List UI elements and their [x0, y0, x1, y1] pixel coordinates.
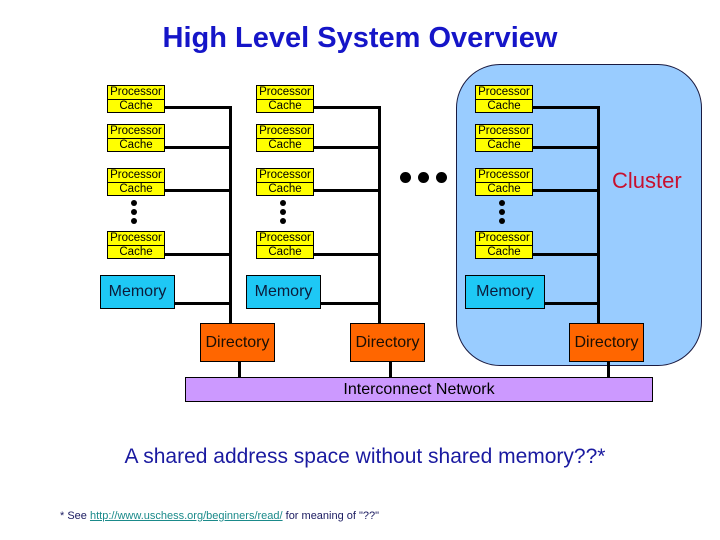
directory-box: Directory [569, 323, 644, 362]
cache-label: Cache [108, 99, 164, 113]
bus-connector [165, 253, 231, 256]
bus-connector [165, 106, 231, 109]
cache-label: Cache [108, 182, 164, 196]
ellipsis-dot [131, 218, 137, 224]
cache-label: Cache [108, 138, 164, 152]
footnote-link[interactable]: http://www.uschess.org/beginners/read/ [90, 510, 283, 522]
cache-label: Cache [476, 99, 532, 113]
processor-label: Processor [478, 125, 530, 137]
cluster-label: Cluster [612, 168, 682, 193]
processor-label: Processor [110, 125, 162, 137]
processor-label: Processor [259, 169, 311, 181]
cache-label: Cache [476, 245, 532, 259]
processor-cache-unit: Processor Cache [107, 231, 165, 259]
ellipsis-dot [280, 218, 286, 224]
bus-connector [175, 302, 231, 305]
bus-connector [314, 146, 380, 149]
processor-cache-unit: Processor Cache [256, 168, 314, 196]
ellipsis-dot [436, 172, 447, 183]
directory-box: Directory [200, 323, 275, 362]
processor-label: Processor [478, 169, 530, 181]
ellipsis-dot [499, 218, 505, 224]
processor-label: Processor [110, 232, 162, 244]
bus-connector [314, 189, 380, 192]
footnote-prefix: * See [60, 510, 90, 522]
processor-cache-unit: Processor Cache [475, 124, 533, 152]
cache-label: Cache [257, 182, 313, 196]
processor-label: Processor [110, 86, 162, 98]
cache-label: Cache [476, 138, 532, 152]
cache-label: Cache [108, 245, 164, 259]
processor-cache-unit: Processor Cache [107, 124, 165, 152]
processor-cache-unit: Processor Cache [475, 231, 533, 259]
footnote-suffix: for meaning of "??" [282, 510, 380, 522]
cache-label: Cache [257, 99, 313, 113]
cache-label: Cache [257, 245, 313, 259]
ellipsis-dot [131, 209, 137, 215]
node-bus [597, 106, 600, 324]
processor-label: Processor [259, 86, 311, 98]
network-link [607, 362, 610, 377]
network-link [389, 362, 392, 377]
ellipsis-dot [400, 172, 411, 183]
bus-connector [165, 189, 231, 192]
network-link [238, 362, 241, 377]
interconnect-network: Interconnect Network [185, 377, 653, 402]
processor-cache-unit: Processor Cache [475, 168, 533, 196]
processor-label: Processor [259, 232, 311, 244]
slide-title: High Level System Overview [162, 22, 558, 54]
ellipsis-dot [280, 200, 286, 206]
ellipsis-dot [499, 209, 505, 215]
node-bus [378, 106, 381, 324]
processor-cache-unit: Processor Cache [256, 231, 314, 259]
memory-box: Memory [246, 275, 321, 309]
processor-cache-unit: Processor Cache [107, 168, 165, 196]
bus-connector [533, 253, 599, 256]
bus-connector [533, 189, 599, 192]
footnote: * See http://www.uschess.org/beginners/r… [60, 510, 379, 522]
memory-box: Memory [465, 275, 545, 309]
processor-label: Processor [259, 125, 311, 137]
bus-connector [314, 106, 380, 109]
ellipsis-dot [280, 209, 286, 215]
cache-label: Cache [257, 138, 313, 152]
bus-connector [314, 253, 380, 256]
ellipsis-dot [499, 200, 505, 206]
node-bus [229, 106, 232, 324]
processor-cache-unit: Processor Cache [256, 124, 314, 152]
ellipsis-dot [418, 172, 429, 183]
processor-label: Processor [478, 232, 530, 244]
memory-box: Memory [100, 275, 175, 309]
processor-cache-unit: Processor Cache [256, 85, 314, 113]
processor-cache-unit: Processor Cache [107, 85, 165, 113]
directory-box: Directory [350, 323, 425, 362]
cache-label: Cache [476, 182, 532, 196]
bus-connector [544, 302, 599, 305]
bus-connector [321, 302, 380, 305]
question-text: A shared address space without shared me… [124, 445, 606, 468]
bus-connector [165, 146, 231, 149]
bus-connector [533, 106, 599, 109]
processor-cache-unit: Processor Cache [475, 85, 533, 113]
ellipsis-dot [131, 200, 137, 206]
processor-label: Processor [478, 86, 530, 98]
processor-label: Processor [110, 169, 162, 181]
bus-connector [533, 146, 599, 149]
